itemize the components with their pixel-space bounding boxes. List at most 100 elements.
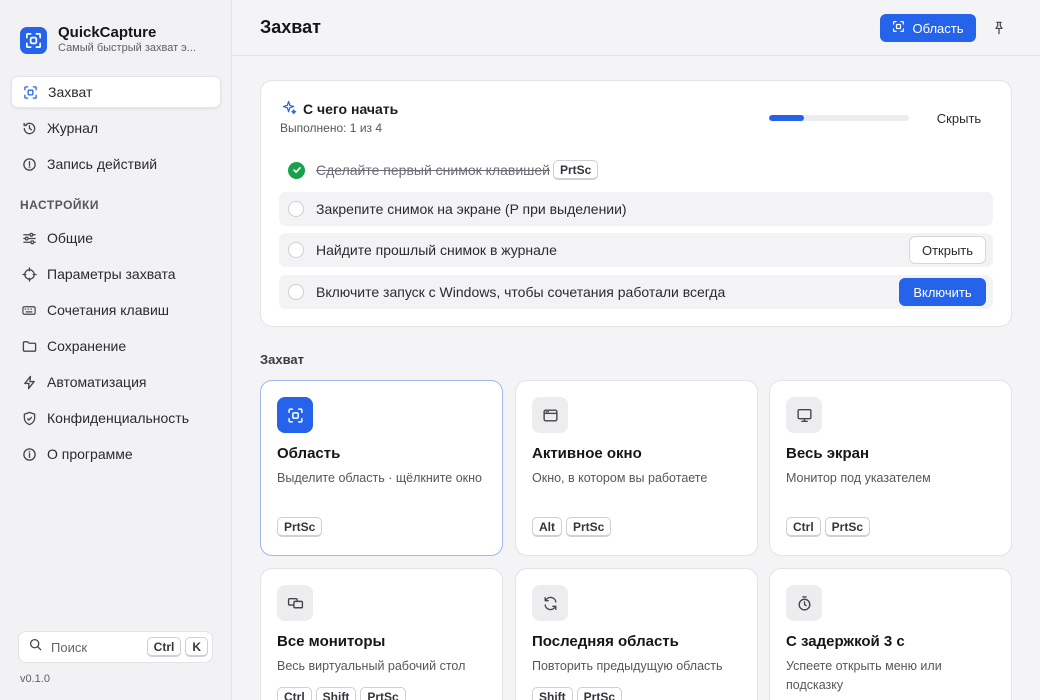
folder-icon <box>20 337 38 355</box>
nav-item-capture-params[interactable]: Параметры захвата <box>11 258 221 290</box>
shortcut-key: Ctrl <box>277 687 312 700</box>
nav-label: Конфиденциальность <box>47 410 190 426</box>
task-text: Включите запуск с Windows, чтобы сочетан… <box>316 284 726 300</box>
timer-icon <box>786 585 822 621</box>
task-text: Сделайте первый снимок клавишей <box>316 162 550 178</box>
open-history-button[interactable]: Открыть <box>909 236 986 264</box>
app-name: QuickCapture <box>58 24 157 41</box>
hide-onboarding-button[interactable]: Скрыть <box>925 108 993 128</box>
nav-item-capture[interactable]: Захват <box>11 76 221 108</box>
card-description: Повторить предыдущую область <box>532 659 723 673</box>
pin-icon[interactable] <box>990 18 1008 38</box>
monitor-icon <box>786 397 822 433</box>
nav-label: Сохранение <box>47 338 127 354</box>
card-title: Последняя область <box>532 633 679 650</box>
shortcut-key: PrtSc <box>360 687 406 700</box>
card-title: С задержкой 3 с <box>786 633 905 650</box>
capture-section-label: Захват <box>260 352 305 367</box>
task-checkbox[interactable] <box>288 242 304 258</box>
shortcut-key: Alt <box>532 517 562 537</box>
nav-item-recording[interactable]: Запись действий <box>11 148 221 180</box>
repeat-icon <box>532 585 568 621</box>
history-icon <box>20 119 38 137</box>
nav-label: Параметры захвата <box>47 266 176 282</box>
nav-item-saving[interactable]: Сохранение <box>11 330 221 362</box>
capture-card-delay[interactable]: С задержкой 3 с Успеете открыть меню или… <box>769 568 1012 700</box>
sparkle-icon <box>282 100 297 118</box>
check-icon <box>288 161 305 179</box>
sidebar-search[interactable]: Поиск Ctrl K <box>18 631 213 663</box>
nav-item-history[interactable]: Журнал <box>11 112 221 144</box>
nav-label: О программе <box>47 446 133 462</box>
task-checkbox[interactable] <box>288 284 304 300</box>
card-title: Активное окно <box>532 445 642 462</box>
capture-card-last-region[interactable]: Последняя область Повторить предыдущую о… <box>515 568 758 700</box>
search-placeholder: Поиск <box>51 639 88 655</box>
area-capture-button[interactable]: Область <box>880 14 976 42</box>
shortcut-key: Ctrl <box>146 637 182 657</box>
app-subtitle: Самый быстрый захват э... <box>58 42 196 54</box>
task-checkbox[interactable] <box>288 201 304 217</box>
card-description: Выделите область · щёлкните окно <box>277 471 482 485</box>
search-icon <box>29 638 42 656</box>
nav-item-shortcuts[interactable]: Сочетания клавиш <box>11 294 221 326</box>
nav-label: Общие <box>47 230 94 246</box>
nav-label: Захват <box>48 84 93 100</box>
info-icon <box>20 445 38 463</box>
shortcut-key: Ctrl <box>786 517 821 537</box>
onboarding-title: С чего начать <box>282 100 398 118</box>
nav-item-privacy[interactable]: Конфиденциальность <box>11 402 221 434</box>
nav-label: Автоматизация <box>47 374 147 390</box>
area-button-label: Область <box>912 20 964 36</box>
sliders-icon <box>20 229 38 247</box>
nav-item-about[interactable]: О программе <box>11 438 221 470</box>
record-icon <box>20 155 38 173</box>
nav-label: Журнал <box>47 120 99 136</box>
nav-label: Запись действий <box>47 156 158 172</box>
capture-card-all-monitors[interactable]: Все мониторы Весь виртуальный рабочий ст… <box>260 568 503 700</box>
card-description: Монитор под указателем <box>786 471 931 485</box>
monitors-icon <box>277 585 313 621</box>
shortcut-key: PrtSc <box>576 687 623 700</box>
region-icon <box>277 397 313 433</box>
onboarding-task: Сделайте первый снимок клавишей PrtSc <box>279 153 993 187</box>
card-description: Окно, в котором вы работаете <box>532 471 708 485</box>
shield-icon <box>20 409 38 427</box>
top-bar: Захват Область <box>232 0 1040 56</box>
main-nav: Захват Журнал Запись действий <box>11 76 221 184</box>
enable-autostart-button[interactable]: Включить <box>899 278 986 306</box>
onboarding-card: С чего начать Выполнено: 1 из 4 Скрыть С… <box>260 80 1012 327</box>
card-description: Весь виртуальный рабочий стол <box>277 659 466 673</box>
settings-nav: Общие Параметры захвата Сочетания клавиш… <box>11 222 221 474</box>
task-text: Найдите прошлый снимок в журнале <box>316 242 557 258</box>
onboarding-task: Включите запуск с Windows, чтобы сочетан… <box>279 275 993 309</box>
onboarding-task[interactable]: Закрепите снимок на экране (P при выделе… <box>279 192 993 226</box>
onboarding-task: Найдите прошлый снимок в журнале Открыть <box>279 233 993 267</box>
app-version: v0.1.0 <box>20 673 50 685</box>
onboarding-progress-text: Выполнено: 1 из 4 <box>280 121 383 135</box>
task-text: Закрепите снимок на экране (P при выделе… <box>316 201 627 217</box>
settings-heading: НАСТРОЙКИ <box>20 198 99 212</box>
shortcut-key: Shift <box>532 687 573 700</box>
capture-card-region[interactable]: Область Выделите область · щёлкните окно… <box>260 380 503 556</box>
card-title: Область <box>277 445 341 462</box>
shortcut-key: K <box>185 637 208 657</box>
nav-item-general[interactable]: Общие <box>11 222 221 254</box>
app-logo-icon <box>20 26 47 54</box>
window-icon <box>532 397 568 433</box>
bolt-icon <box>20 373 38 391</box>
card-title: Все мониторы <box>277 633 386 650</box>
capture-card-active-window[interactable]: Активное окно Окно, в котором вы работае… <box>515 380 758 556</box>
shortcut-key: PrtSc <box>552 160 599 180</box>
region-icon <box>892 20 905 36</box>
progress-fill <box>769 115 804 121</box>
card-description: Успеете открыть меню или подсказку <box>786 659 942 692</box>
shortcut-key: Shift <box>315 687 357 700</box>
page-title: Захват <box>260 17 321 37</box>
capture-card-full-screen[interactable]: Весь экран Монитор под указателем Ctrl P… <box>769 380 1012 556</box>
nav-label: Сочетания клавиш <box>47 302 169 318</box>
sidebar: QuickCapture Самый быстрый захват э... З… <box>0 0 232 700</box>
nav-item-automation[interactable]: Автоматизация <box>11 366 221 398</box>
keyboard-icon <box>20 301 38 319</box>
shortcut-key: PrtSc <box>277 517 323 537</box>
